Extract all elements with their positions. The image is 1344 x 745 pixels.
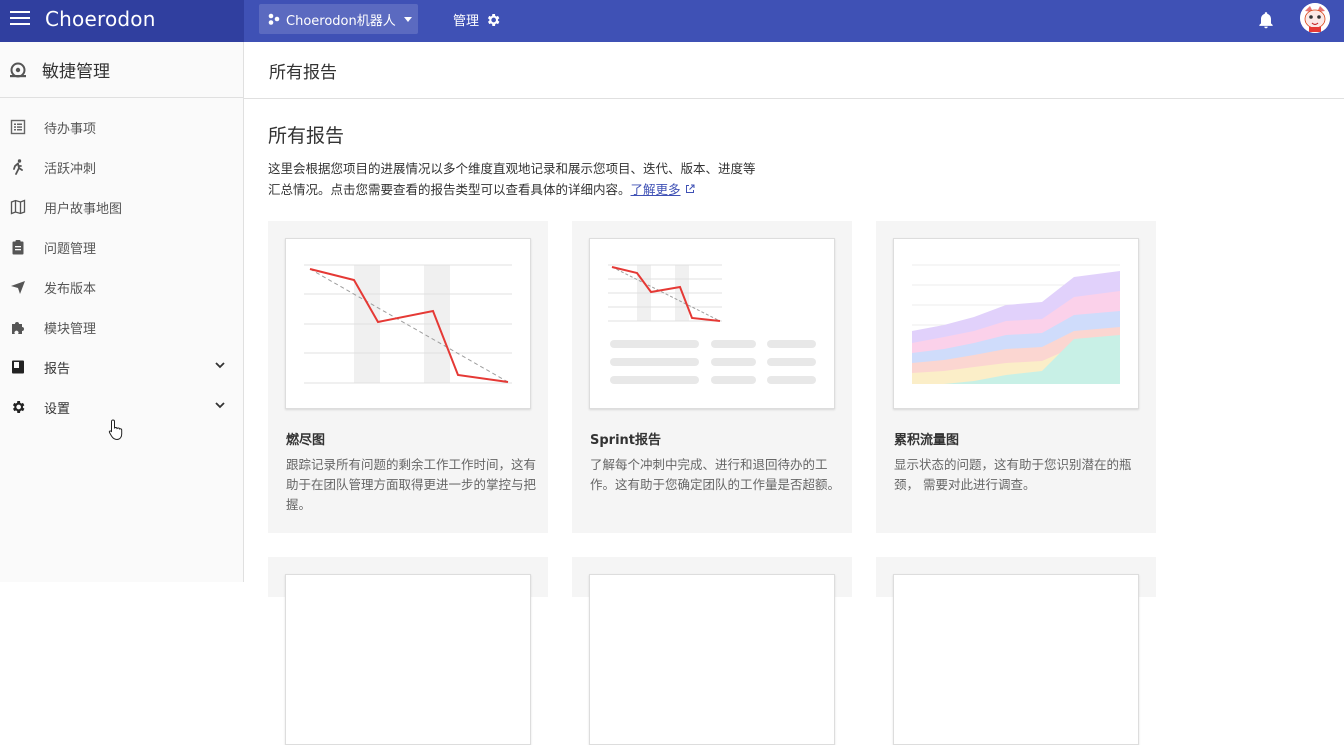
- card-description: 显示状态的问题，这有助于您识别潜在的瓶颈， 需要对此进行调查。: [894, 457, 1132, 492]
- card-title: 燃尽图: [286, 433, 326, 448]
- content-area: 所有报告 这里会根据您项目的进展情况以多个维度直观地记录和展示您项目、迭代、版本…: [244, 99, 1344, 222]
- sidebar-item-label: 设置: [44, 401, 71, 417]
- sidebar-item-story-map[interactable]: 用户故事地图: [0, 187, 243, 227]
- page-header-title: 所有报告: [269, 62, 337, 83]
- page-header: 所有报告: [244, 42, 1344, 99]
- learn-more-link[interactable]: 了解更多: [631, 182, 681, 197]
- sprint-report-thumbnail: [589, 238, 835, 409]
- sidebar-item-reports[interactable]: 报告: [0, 347, 243, 387]
- manage-label: 管理: [453, 14, 480, 29]
- mouse-cursor-icon: [108, 419, 123, 441]
- card-row2-2[interactable]: [572, 557, 852, 745]
- sidebar-item-label: 模块管理: [44, 321, 97, 337]
- card-description: 了解每个冲刺中完成、进行和退回待办的工作。这有助于您确定团队的工作量是否超额。: [590, 457, 841, 492]
- sidebar-item-label: 问题管理: [44, 241, 97, 257]
- page-description: 这里会根据您项目的进展情况以多个维度直观地记录和展示您项目、迭代、版本、进度等 …: [268, 158, 788, 200]
- sidebar-item-release[interactable]: 发布版本: [0, 267, 243, 307]
- chevron-down-icon: [215, 362, 225, 369]
- sidebar-item-label: 活跃冲刺: [44, 161, 97, 177]
- burndown-thumbnail: [285, 238, 531, 409]
- sidebar-title: 敏捷管理: [42, 62, 110, 82]
- project-name: Choerodon机器人: [286, 13, 396, 29]
- clipboard-icon: [12, 240, 24, 255]
- notification-bell-icon[interactable]: [1256, 9, 1276, 35]
- chevron-down-icon: [403, 16, 412, 22]
- send-icon: [11, 281, 25, 294]
- gear-icon: [12, 401, 25, 413]
- page-title: 所有报告: [268, 125, 345, 147]
- card-row2-1[interactable]: [268, 557, 548, 745]
- card-title: Sprint报告: [590, 433, 662, 448]
- sidebar-item-label: 发布版本: [44, 281, 97, 297]
- description-line-1: 这里会根据您项目的进展情况以多个维度直观地记录和展示您项目、迭代、版本、进度等: [268, 161, 756, 176]
- card-thumbnail: [589, 574, 835, 745]
- project-icon: [268, 13, 280, 25]
- sidebar-header: 敏捷管理: [0, 42, 243, 98]
- gear-icon: [487, 13, 500, 26]
- backlog-icon: [10, 119, 26, 135]
- description-line-2: 汇总情况。点击您需要查看的报告类型可以查看具体的详细内容。了解更多: [268, 179, 788, 200]
- menu-icon[interactable]: [10, 11, 30, 27]
- puzzle-icon: [12, 322, 24, 334]
- sidebar-item-label: 用户故事地图: [44, 201, 123, 217]
- map-icon: [10, 199, 26, 215]
- description-text: 汇总情况。点击您需要查看的报告类型可以查看具体的详细内容。: [268, 182, 631, 197]
- card-thumbnail: [893, 574, 1139, 745]
- sidebar: 敏捷管理 待办事项 活跃冲刺 用户故事地图 问题管理 发布版本 模块管理 报告 …: [0, 42, 244, 582]
- card-row2-3[interactable]: [876, 557, 1156, 745]
- card-sprint-report[interactable]: Sprint报告 了解每个冲刺中完成、进行和退回待办的工作。这有助于您确定团队的…: [572, 221, 852, 533]
- app-logo[interactable]: Choerodon: [45, 7, 156, 31]
- card-thumbnail: [285, 574, 531, 745]
- sidebar-item-backlog[interactable]: 待办事项: [0, 107, 243, 147]
- top-bar: Choerodon Choerodon机器人 管理: [0, 0, 1344, 42]
- project-selector[interactable]: Choerodon机器人: [259, 4, 418, 34]
- sidebar-item-active-sprint[interactable]: 活跃冲刺: [0, 147, 243, 187]
- sidebar-item-issues[interactable]: 问题管理: [0, 227, 243, 267]
- manage-button[interactable]: 管理: [453, 10, 501, 29]
- cumulative-flow-thumbnail: [893, 238, 1139, 409]
- sidebar-item-modules[interactable]: 模块管理: [0, 307, 243, 347]
- card-description: 跟踪记录所有问题的剩余工作工作时间，这有助于在团队管理方面取得更进一步的掌控与把…: [286, 457, 537, 512]
- user-avatar[interactable]: [1300, 3, 1330, 33]
- external-link-icon: [685, 184, 695, 193]
- chevron-down-icon: [215, 402, 225, 409]
- card-title: 累积流量图: [894, 433, 960, 448]
- book-icon: [12, 360, 24, 374]
- sidebar-nav: 待办事项 活跃冲刺 用户故事地图 问题管理 发布版本 模块管理 报告 设置: [0, 98, 243, 427]
- run-icon: [13, 159, 23, 175]
- sidebar-item-label: 报告: [44, 361, 71, 377]
- card-burndown[interactable]: 燃尽图 跟踪记录所有问题的剩余工作工作时间，这有助于在团队管理方面取得更进一步的…: [268, 221, 548, 533]
- agile-icon: [10, 62, 26, 77]
- card-cumulative-flow[interactable]: 累积流量图 显示状态的问题，这有助于您识别潜在的瓶颈， 需要对此进行调查。: [876, 221, 1156, 533]
- main-content: 所有报告 所有报告 这里会根据您项目的进展情况以多个维度直观地记录和展示您项目、…: [244, 42, 1344, 745]
- sidebar-item-label: 待办事项: [44, 121, 97, 137]
